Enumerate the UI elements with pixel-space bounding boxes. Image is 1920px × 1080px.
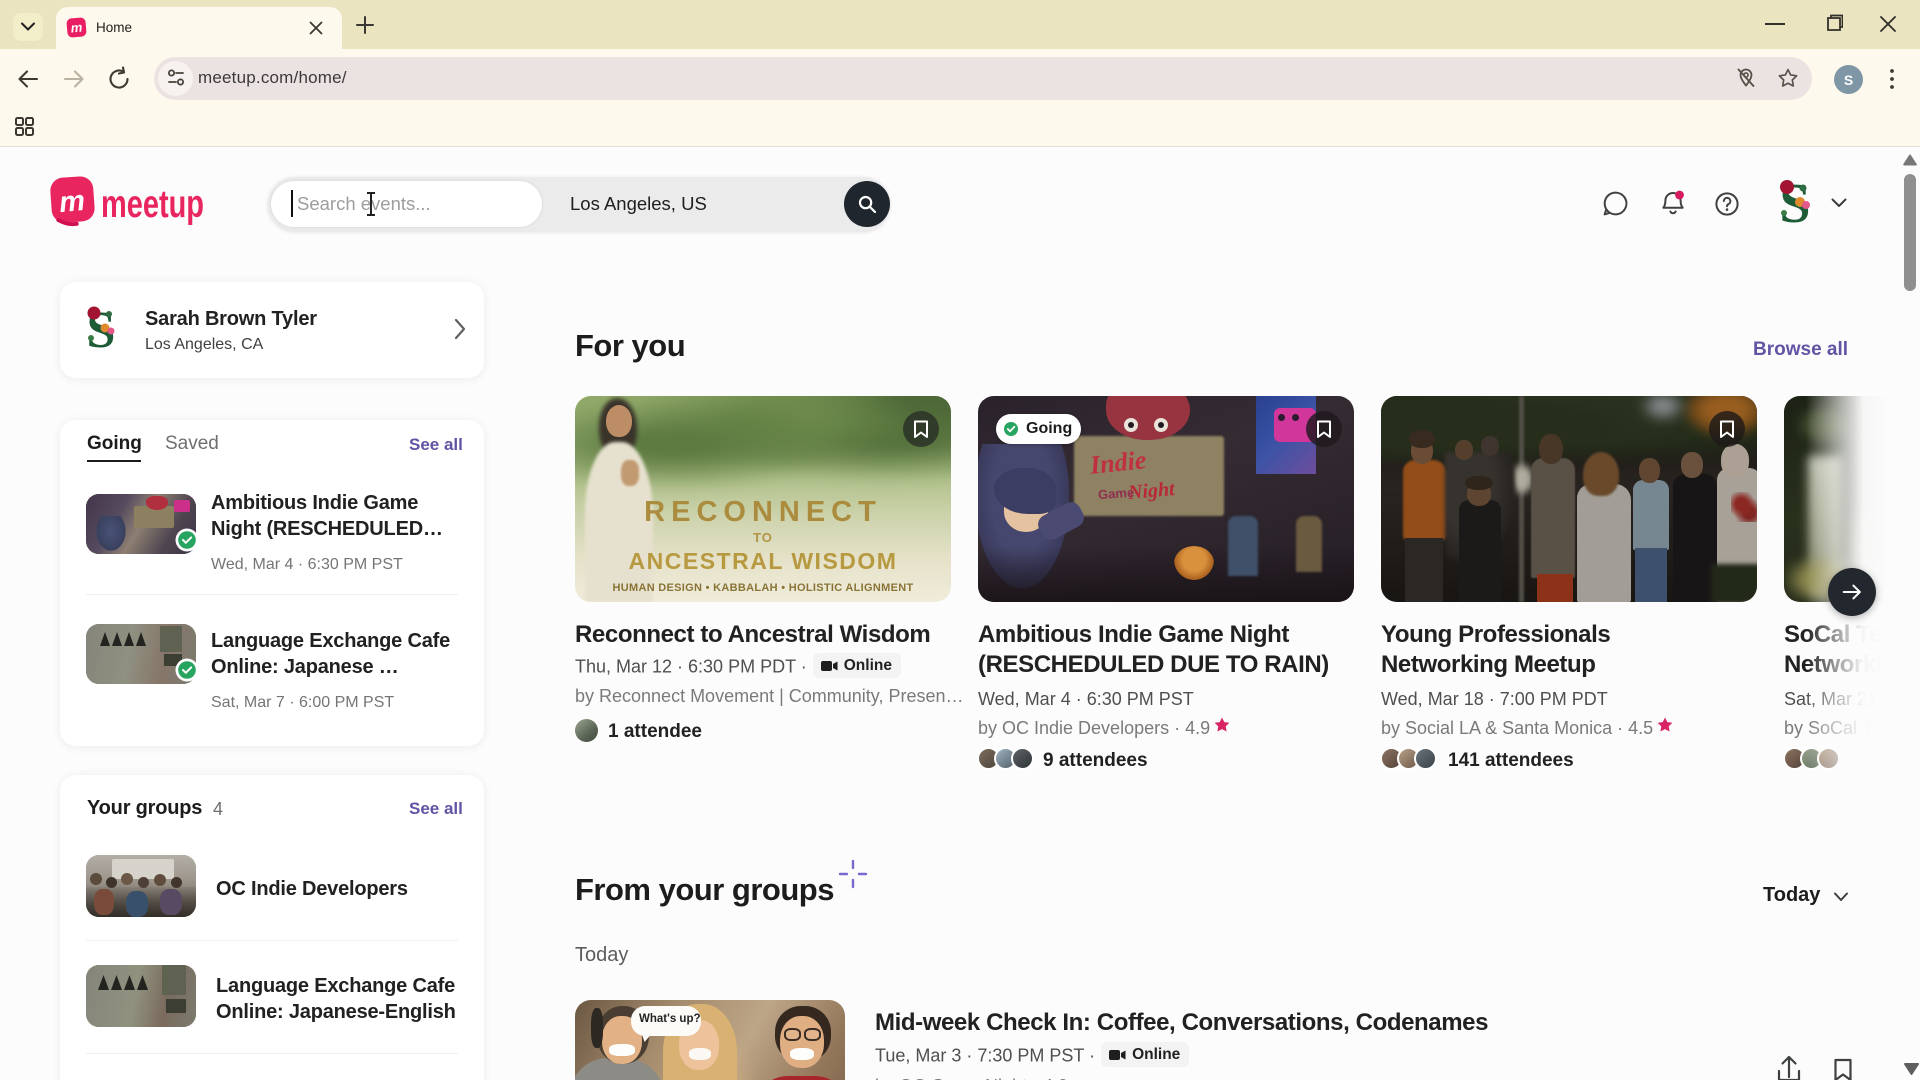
svg-text:meetup: meetup [101,183,204,226]
svg-text:m: m [58,185,86,219]
